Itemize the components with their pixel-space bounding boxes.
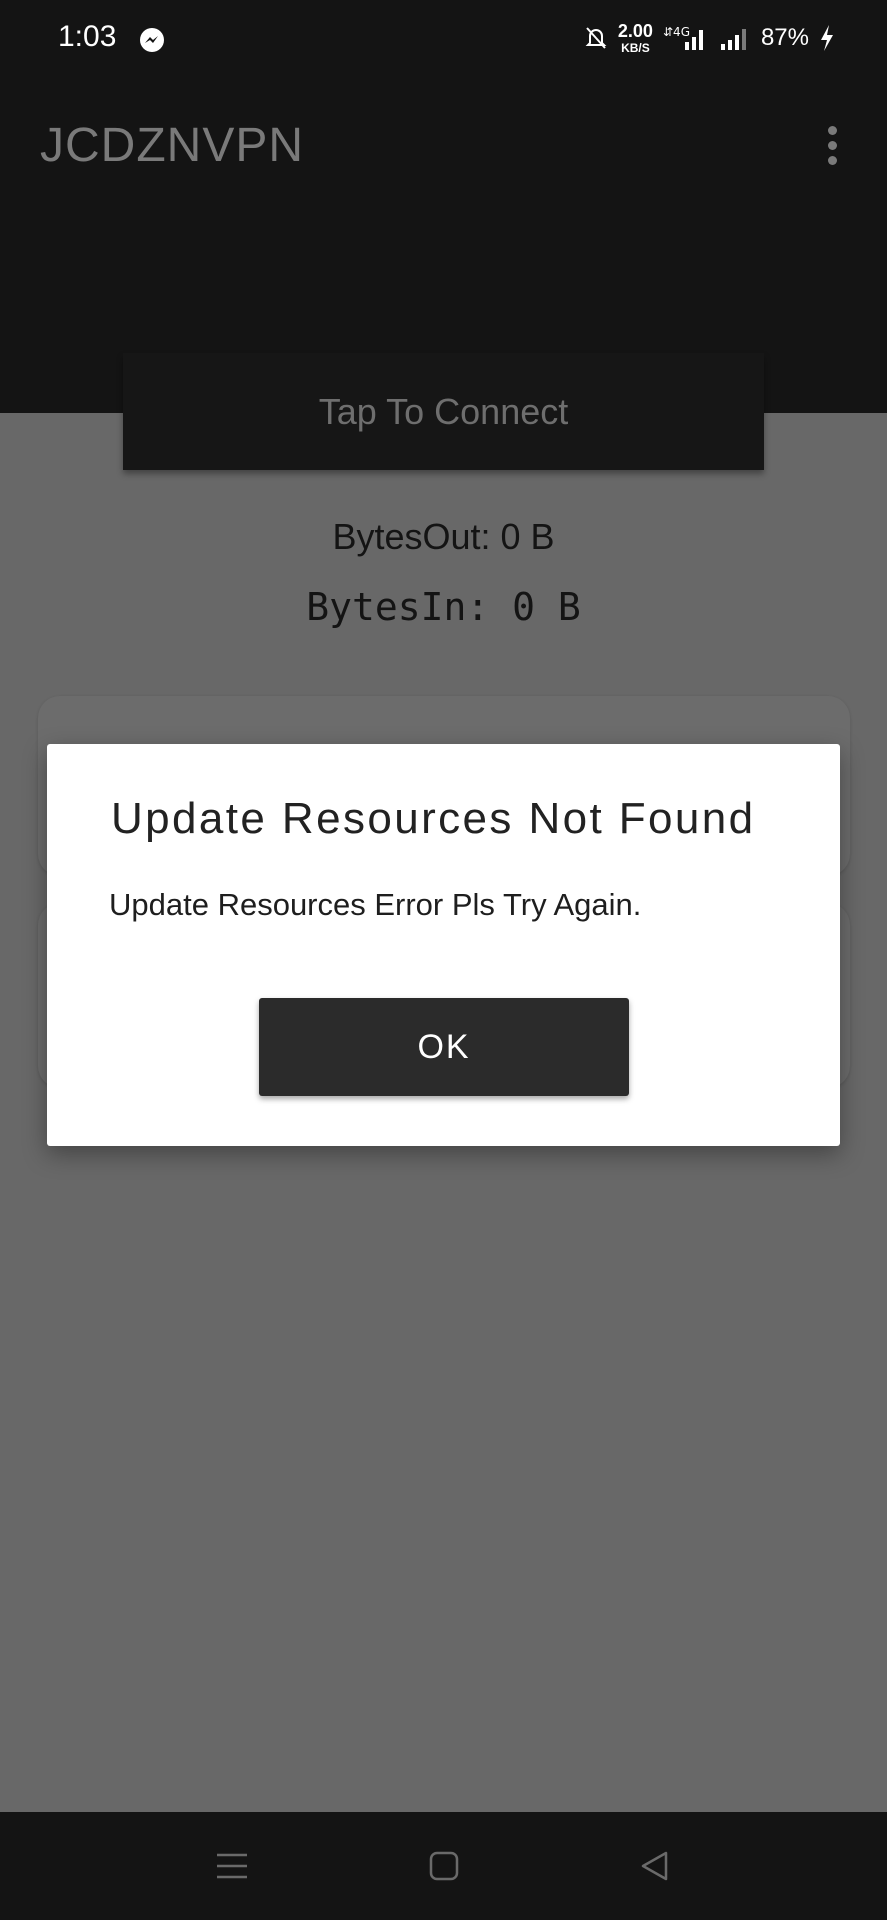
- back-icon[interactable]: [625, 1836, 685, 1896]
- svg-text:⇵4G: ⇵4G: [663, 25, 690, 39]
- net-speed-value: 2.00: [617, 21, 653, 41]
- status-bar: 1:03 2.00 KB/S ⇵4G 87%: [0, 0, 887, 80]
- messenger-icon: [140, 28, 164, 52]
- battery-percent: 87%: [760, 24, 809, 51]
- connect-label: Tap To Connect: [318, 390, 569, 432]
- more-vert-icon[interactable]: [824, 126, 840, 170]
- screen: 1:03 2.00 KB/S ⇵4G 87% JCDZNVPN Tap To C…: [0, 0, 887, 1920]
- ok-button[interactable]: OK: [259, 998, 629, 1096]
- error-dialog: Update Resources Not Found Update Resour…: [47, 744, 840, 1146]
- connect-button[interactable]: Tap To Connect: [123, 353, 764, 470]
- bytes-out-label: BytesOut: 0 B: [332, 516, 555, 557]
- ok-button-label: OK: [417, 1027, 471, 1066]
- app-title: JCDZNVPN: [40, 119, 305, 172]
- status-time: 1:03: [58, 20, 117, 53]
- charging-icon: [821, 25, 833, 51]
- bell-off-icon: [585, 27, 607, 49]
- signal-4g-icon: ⇵4G: [663, 25, 703, 50]
- dialog-title: Update Resources Not Found: [111, 794, 756, 843]
- recent-apps-icon[interactable]: [202, 1836, 262, 1896]
- navigation-bar: [0, 1812, 887, 1920]
- net-speed-unit: KB/S: [621, 41, 650, 55]
- signal-icon: [720, 29, 746, 50]
- home-icon[interactable]: [414, 1836, 474, 1896]
- dialog-message: Update Resources Error Pls Try Again.: [109, 887, 642, 922]
- net-speed: 2.00 KB/S: [618, 22, 653, 54]
- status-icons: 2.00 KB/S ⇵4G 87%: [584, 18, 835, 58]
- bytes-in-label: BytesIn: 0 B: [306, 585, 581, 629]
